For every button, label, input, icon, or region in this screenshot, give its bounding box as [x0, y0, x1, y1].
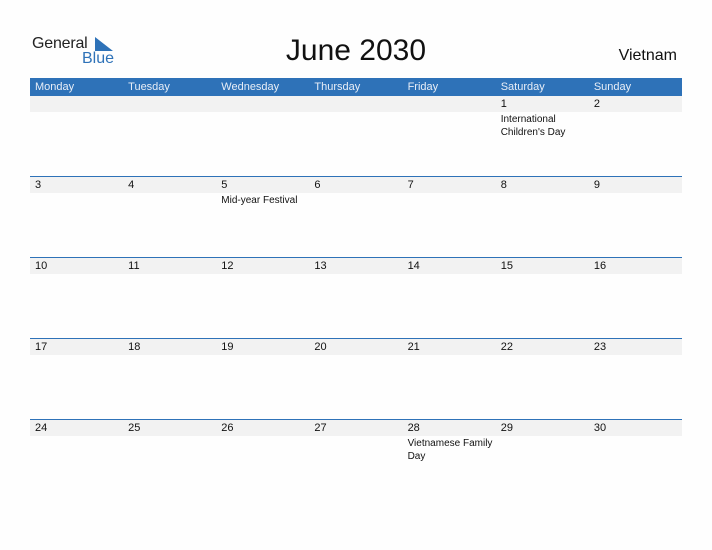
- holiday-label: [30, 274, 123, 275]
- day-number: 11: [128, 260, 140, 272]
- holiday-label: [309, 355, 402, 356]
- day-number: 13: [314, 260, 327, 272]
- holiday-label: [123, 355, 216, 356]
- holiday-label: [216, 355, 309, 356]
- day-number-row: 3 4 5 6 7 8 9: [30, 177, 682, 193]
- holiday-label: [403, 112, 496, 139]
- calendar-title: June 2030: [285, 34, 427, 67]
- holiday-label: [589, 436, 682, 463]
- day-number: 8: [500, 179, 507, 191]
- day-number: 14: [407, 260, 420, 272]
- holiday-label: [30, 436, 123, 463]
- event-row: [30, 274, 682, 275]
- weekday-wednesday: Wednesday: [221, 81, 280, 93]
- day-number: 10: [35, 260, 48, 272]
- day-number: [216, 96, 309, 112]
- day-number: 1: [500, 98, 507, 110]
- country-label: Vietnam: [618, 47, 677, 64]
- day-number: [30, 96, 123, 112]
- holiday-label: [216, 436, 309, 463]
- event-row: Vietnamese Family Day: [30, 436, 682, 463]
- holiday-label: [123, 274, 216, 275]
- day-number: [309, 96, 402, 112]
- day-number: 22: [500, 341, 513, 353]
- weekday-sunday: Sunday: [593, 81, 632, 93]
- day-number: 12: [221, 260, 234, 272]
- week-row: 17 18 19 20 21 22 23: [30, 338, 682, 419]
- holiday-label: [30, 112, 123, 139]
- holiday-label: [309, 112, 402, 139]
- day-number: 28: [407, 422, 420, 434]
- weekday-friday: Friday: [407, 81, 439, 93]
- day-number: 21: [407, 341, 420, 353]
- holiday-label: [309, 274, 402, 275]
- holiday-label: [403, 274, 496, 275]
- day-number-row: 10 11 12 13 14 15 16: [30, 258, 682, 274]
- holiday-label: [123, 436, 216, 463]
- holiday-label: Mid-year Festival: [221, 195, 298, 206]
- calendar-grid: Monday Tuesday Wednesday Thursday Friday…: [30, 78, 682, 500]
- day-number: 7: [407, 179, 414, 191]
- week-row: 10 11 12 13 14 15 16: [30, 257, 682, 338]
- event-row: [30, 355, 682, 356]
- day-number: 3: [35, 179, 42, 191]
- day-number: 23: [593, 341, 607, 353]
- day-number: 27: [314, 422, 327, 434]
- holiday-label: [309, 193, 402, 207]
- holiday-label: [123, 193, 216, 207]
- day-number: 2: [593, 98, 600, 110]
- holiday-label: [496, 274, 589, 275]
- day-number: 29: [500, 422, 513, 434]
- day-number-row: 17 18 19 20 21 22 23: [30, 339, 682, 355]
- holiday-label: [216, 274, 309, 275]
- day-number: 24: [35, 422, 48, 434]
- holiday-label: [30, 193, 123, 207]
- holiday-label: [30, 355, 123, 356]
- weekday-thursday: Thursday: [314, 81, 361, 93]
- holiday-label: [123, 112, 216, 139]
- day-number: 4: [128, 179, 135, 191]
- event-row: International Children's Day: [30, 112, 682, 139]
- day-number: [403, 96, 496, 112]
- weekday-header: Monday Tuesday Wednesday Thursday Friday…: [30, 78, 682, 96]
- holiday-label: Vietnamese Family Day: [407, 438, 493, 462]
- holiday-label: [496, 193, 589, 207]
- day-number: 26: [221, 422, 234, 434]
- day-number: 9: [593, 179, 600, 191]
- day-number: [123, 96, 216, 112]
- holiday-label: [309, 436, 402, 463]
- day-number: 30: [593, 422, 607, 434]
- day-number: 15: [500, 260, 513, 272]
- holiday-label: [403, 193, 496, 207]
- holiday-label: [589, 112, 682, 139]
- holiday-label: [496, 436, 589, 463]
- day-number: 17: [35, 341, 48, 353]
- holiday-label: [403, 355, 496, 356]
- day-number: 19: [221, 341, 234, 353]
- weekday-monday: Monday: [35, 81, 75, 93]
- holiday-label: International Children's Day: [500, 114, 566, 138]
- holiday-label: [589, 355, 682, 356]
- day-number-row: 24 25 26 27 28 29 30: [30, 420, 682, 436]
- holiday-label: [216, 112, 309, 139]
- event-row: Mid-year Festival: [30, 193, 682, 207]
- day-number: 16: [593, 260, 607, 272]
- weekday-tuesday: Tuesday: [128, 81, 170, 93]
- weekday-saturday: Saturday: [500, 81, 545, 93]
- week-row: 1 2 International Children's Day: [30, 96, 682, 176]
- holiday-label: [589, 274, 682, 275]
- day-number: 5: [221, 179, 228, 191]
- holiday-label: [589, 193, 682, 207]
- day-number: 20: [314, 341, 327, 353]
- week-row: 3 4 5 6 7 8 9 Mid-year Festival: [30, 176, 682, 257]
- day-number: 6: [314, 179, 321, 191]
- day-number: 18: [128, 341, 141, 353]
- day-number: 25: [128, 422, 141, 434]
- week-row: 24 25 26 27 28 29 30 Vietnamese Family Day: [30, 419, 682, 500]
- day-number-row: 12: [30, 96, 682, 112]
- holiday-label: [496, 355, 589, 356]
